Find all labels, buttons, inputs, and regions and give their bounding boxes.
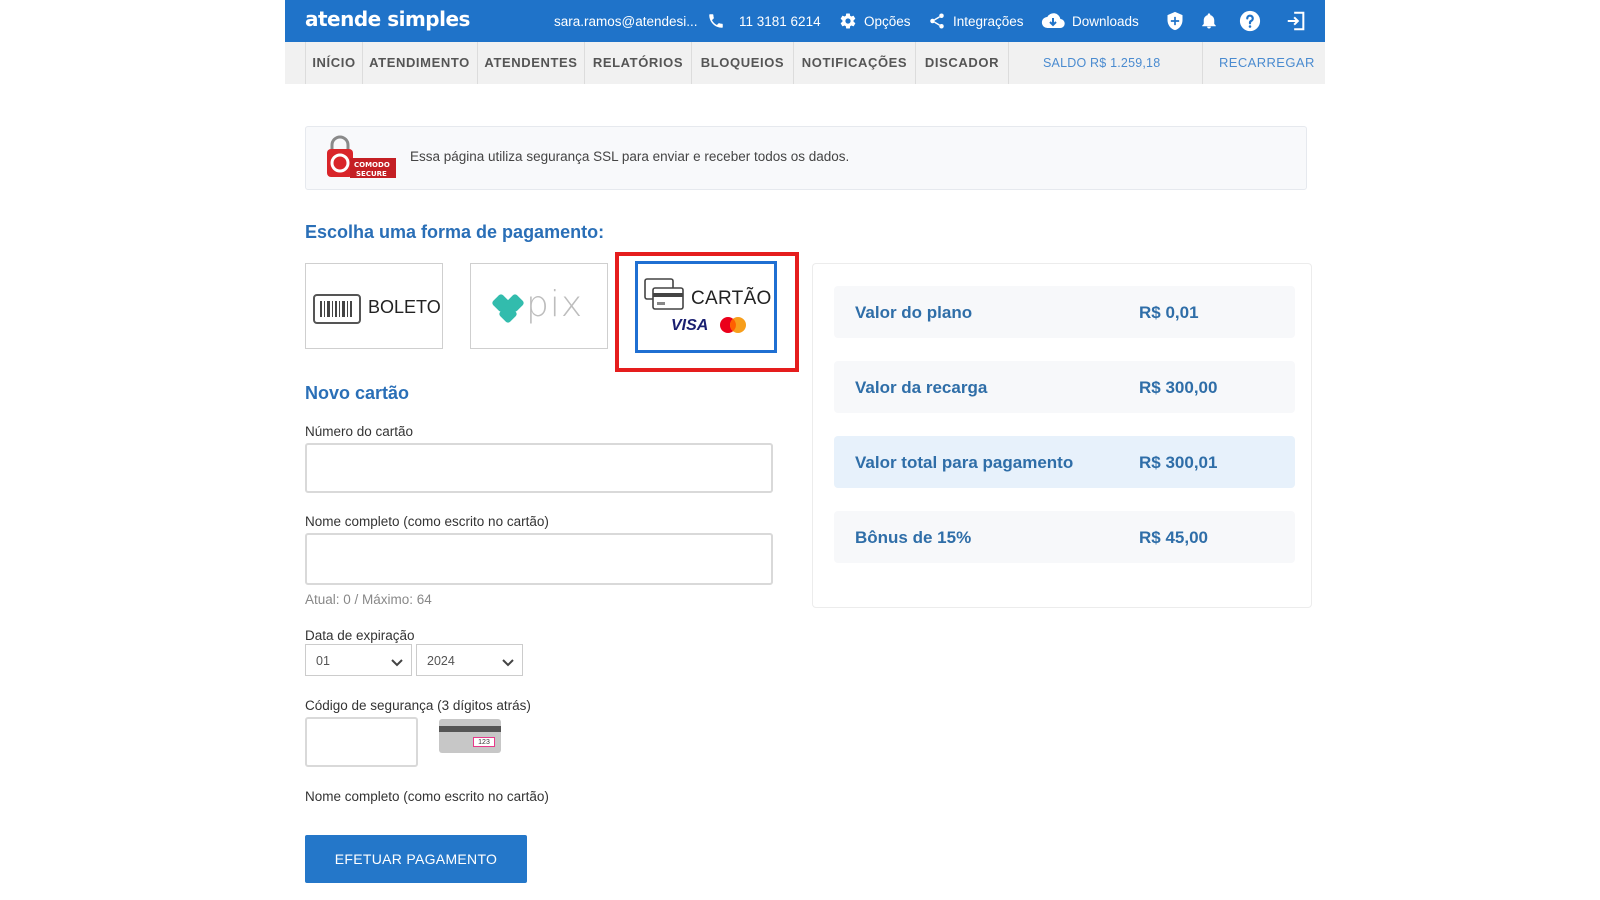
phone-number: 11 3181 6214 <box>739 13 821 29</box>
summary-label: Bônus de 15% <box>855 528 972 547</box>
user-email[interactable]: sara.ramos@atendesi... <box>554 0 698 42</box>
pix-logo-icon <box>491 293 525 332</box>
bell-icon <box>1200 11 1218 31</box>
security-button[interactable] <box>1165 0 1185 42</box>
card-name-input[interactable] <box>305 533 773 585</box>
expiry-label: Data de expiração <box>305 628 415 643</box>
integrations-button[interactable]: Integrações <box>928 0 1024 42</box>
logout-icon <box>1285 10 1307 32</box>
expiry-year-value: 2024 <box>427 654 455 668</box>
phone-icon <box>707 12 725 30</box>
summary-value: R$ 300,00 <box>1139 378 1218 397</box>
gear-icon <box>839 12 857 30</box>
logout-button[interactable] <box>1285 0 1307 42</box>
visa-logo: VISA <box>671 317 709 334</box>
summary-label: Valor total para pagamento <box>855 453 1074 472</box>
help-icon <box>1239 10 1261 32</box>
expiry-year-select[interactable]: 2024 <box>416 644 523 676</box>
help-button[interactable] <box>1239 0 1261 42</box>
expiry-month-value: 01 <box>316 654 330 668</box>
expiry-month-select[interactable]: 01 <box>305 644 412 676</box>
payment-option-cartao[interactable]: CARTÃO VISA <box>635 261 777 353</box>
nav-divider <box>1202 42 1203 84</box>
barcode-icon <box>313 294 361 324</box>
mastercard-logo <box>717 315 749 340</box>
nav-discador[interactable]: DISCADOR <box>916 42 1009 84</box>
top-bar: atende simples sara.ramos@atendesi... 11… <box>285 0 1325 42</box>
balance-display: SALDO R$ 1.259,18 <box>1043 56 1161 70</box>
pix-label: pix <box>526 284 584 325</box>
card-number-label: Número do cartão <box>305 424 414 439</box>
magnetic-stripe <box>439 726 501 732</box>
summary-value: R$ 300,01 <box>1139 453 1218 472</box>
payment-method-title: Escolha uma forma de pagamento: <box>305 222 605 242</box>
notifications-button[interactable] <box>1200 0 1218 42</box>
card-name-label-repeat: Nome completo (como escrito no cartão) <box>305 789 549 804</box>
badge-line-1: COMODO <box>354 161 390 169</box>
options-button[interactable]: Opções <box>839 0 911 42</box>
nav-bloqueios[interactable]: BLOQUEIOS <box>692 42 794 84</box>
name-char-counter: Atual: 0 / Máximo: 64 <box>305 592 432 607</box>
nav-inicio[interactable]: INÍCIO <box>305 42 363 84</box>
summary-row-plan: Valor do plano R$ 0,01 <box>834 286 1295 338</box>
summary-label: Valor do plano <box>855 303 973 322</box>
downloads-label: Downloads <box>1072 13 1139 29</box>
payment-summary: Valor do plano R$ 0,01 Valor da recarga … <box>812 263 1312 608</box>
card-number-input[interactable] <box>305 443 773 493</box>
nav-relatorios[interactable]: RELATÓRIOS <box>585 42 692 84</box>
main-nav: INÍCIO ATENDIMENTO ATENDENTES RELATÓRIOS… <box>285 42 1325 84</box>
ssl-message: Essa página utiliza segurança SSL para e… <box>410 149 850 164</box>
app: atende simples sara.ramos@atendesi... 11… <box>285 0 1325 900</box>
credit-card-icon <box>644 278 684 317</box>
chevron-down-icon <box>502 656 514 670</box>
summary-row-total: Valor total para pagamento R$ 300,01 <box>834 436 1295 488</box>
shield-icon <box>1165 10 1185 32</box>
user-email-text: sara.ramos@atendesi... <box>554 13 698 29</box>
summary-label: Valor da recarga <box>855 378 988 397</box>
card-back-cvv-illustration: 123 <box>439 719 501 753</box>
payment-option-pix[interactable]: pix <box>470 263 608 349</box>
nav-notificacoes[interactable]: NOTIFICAÇÕES <box>794 42 916 84</box>
summary-value: R$ 45,00 <box>1139 528 1208 547</box>
downloads-button[interactable]: Downloads <box>1041 0 1139 42</box>
card-name-label: Nome completo (como escrito no cartão) <box>305 514 549 529</box>
comodo-secure-badge: COMODO SECURE <box>324 133 400 183</box>
cvv-label: Código de segurança (3 dígitos atrás) <box>305 698 531 713</box>
nav-atendentes[interactable]: ATENDENTES <box>478 42 585 84</box>
cvv-example-code: 123 <box>473 737 495 747</box>
cvv-input[interactable] <box>305 717 418 767</box>
app-logo[interactable]: atende simples <box>305 7 470 31</box>
summary-value: R$ 0,01 <box>1139 303 1199 322</box>
recharge-link[interactable]: RECARREGAR <box>1219 42 1315 84</box>
nav-atendimento[interactable]: ATENDIMENTO <box>362 42 478 84</box>
summary-row-recharge: Valor da recarga R$ 300,00 <box>834 361 1295 413</box>
summary-row-bonus: Bônus de 15% R$ 45,00 <box>834 511 1295 563</box>
new-card-title: Novo cartão <box>305 383 410 403</box>
cloud-download-icon <box>1041 12 1065 30</box>
cartao-label: CARTÃO <box>691 288 772 309</box>
boleto-label: BOLETO <box>368 297 441 317</box>
chevron-down-icon <box>391 656 403 670</box>
payment-option-boleto[interactable]: BOLETO <box>305 263 443 349</box>
options-label: Opções <box>864 13 911 29</box>
badge-line-2: SECURE <box>356 170 387 178</box>
integrations-label: Integrações <box>953 13 1024 29</box>
share-icon <box>928 12 946 30</box>
submit-payment-button[interactable]: EFETUAR PAGAMENTO <box>305 835 527 883</box>
phone-button[interactable]: 11 3181 6214 <box>707 0 821 42</box>
ssl-notice: COMODO SECURE Essa página utiliza segura… <box>305 126 1307 190</box>
